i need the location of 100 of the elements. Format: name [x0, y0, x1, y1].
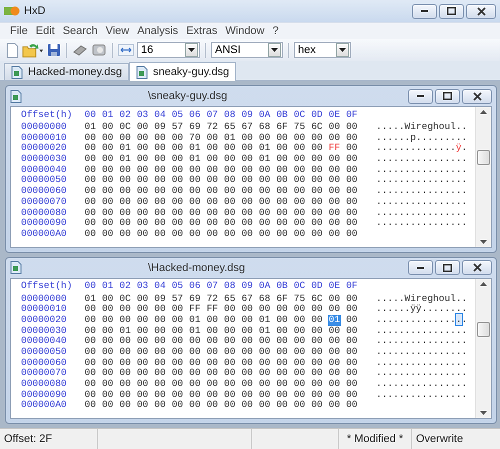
hex-byte: 00	[171, 390, 184, 400]
hex-byte: 00	[276, 154, 288, 165]
hex-byte: 00	[224, 164, 236, 176]
hex-byte: 00	[171, 196, 184, 208]
close-button[interactable]	[462, 260, 492, 275]
menu-item[interactable]: Window	[221, 24, 268, 38]
hex-byte: 00	[258, 228, 271, 240]
minimize-button[interactable]	[412, 4, 437, 18]
hex-byte: 00	[310, 143, 324, 154]
hex-byte: 00	[136, 336, 149, 347]
maximize-icon	[443, 264, 452, 272]
hex-byte: 00	[136, 143, 149, 154]
hex-byte: 00	[136, 400, 149, 412]
column-header: 03	[136, 281, 149, 292]
close-button[interactable]	[466, 4, 496, 18]
hex-byte: 09	[154, 294, 166, 304]
hex-byte: 00	[101, 164, 114, 176]
hex-byte: 00	[154, 379, 166, 390]
column-header: 05	[171, 281, 184, 292]
hex-byte: 00	[171, 132, 184, 144]
columns-icon[interactable]	[118, 44, 134, 56]
hex-byte: 00	[258, 358, 271, 368]
hex-byte: 00	[101, 154, 114, 165]
column-header: 09	[240, 281, 254, 292]
menu-item[interactable]: File	[6, 24, 32, 38]
hex-byte: 00	[240, 164, 254, 176]
hex-byte: 00	[154, 400, 166, 412]
hex-byte: 00	[136, 164, 149, 176]
file-tab[interactable]: sneaky-guy.dsg	[128, 62, 236, 81]
hex-byte: 68	[258, 122, 271, 133]
scroll-up-icon	[480, 110, 487, 114]
hex-byte: 00	[136, 175, 149, 186]
hex-byte: 00	[154, 358, 166, 368]
eraser-icon[interactable]	[72, 43, 88, 57]
maximize-button[interactable]	[435, 260, 460, 275]
hex-byte: 00	[328, 132, 341, 144]
column-header: 00	[84, 110, 96, 120]
hex-byte: 00	[224, 186, 236, 197]
column-header: Offset(h)	[21, 281, 74, 292]
hex-byte: 00	[240, 154, 254, 165]
column-header: 0E	[328, 281, 341, 292]
scrollbar-thumb[interactable]	[477, 322, 490, 337]
ascii-text: ................	[376, 379, 468, 390]
hex-byte: 00	[136, 304, 149, 315]
hex-byte: 00	[84, 314, 96, 326]
menu-item[interactable]: Edit	[32, 24, 59, 38]
menu-item[interactable]: Analysis	[133, 24, 182, 38]
ascii-text: ......ÿÿ........	[376, 304, 468, 315]
hex-byte: 00	[328, 164, 341, 176]
vertical-scrollbar[interactable]	[475, 107, 491, 246]
ascii-text: .....Wireghoul..	[376, 294, 468, 304]
document-title: \sneaky-guy.dsg	[147, 90, 228, 102]
close-button[interactable]	[462, 88, 492, 104]
hex-byte: 00	[240, 400, 254, 412]
mode-status: Overwrite	[415, 432, 464, 447]
hex-byte: 00	[188, 336, 202, 347]
minimize-button[interactable]	[408, 260, 433, 275]
hex-byte: 00	[240, 390, 254, 400]
menu-item[interactable]: View	[102, 24, 134, 38]
hex-byte: 00	[276, 228, 288, 240]
hex-byte: 00	[188, 218, 202, 229]
hex-byte: 00	[154, 304, 166, 315]
maximize-button[interactable]	[435, 88, 460, 104]
file-tab[interactable]: Hacked-money.dsg	[4, 63, 129, 80]
offset-label: 00000040	[21, 336, 68, 347]
hex-byte: 00	[101, 132, 114, 144]
menu-item[interactable]: ?	[268, 24, 283, 38]
column-header: 03	[136, 110, 149, 120]
menu-item[interactable]: Search	[58, 24, 102, 38]
column-header: 02	[118, 110, 132, 120]
menu-item[interactable]: Extras	[182, 24, 222, 38]
hex-byte: 00	[293, 132, 306, 144]
scrollbar-thumb[interactable]	[477, 150, 490, 166]
hex-byte: 00	[206, 358, 218, 368]
hex-byte: 01	[84, 122, 96, 133]
minimize-button[interactable]	[408, 88, 433, 104]
folder-icon[interactable]	[22, 42, 44, 58]
hex-byte: 00	[310, 346, 324, 358]
save-icon[interactable]	[47, 43, 61, 57]
scroll-down-icon	[480, 411, 487, 415]
hex-byte: 00	[206, 164, 218, 176]
maximize-button[interactable]	[439, 4, 464, 18]
new-document-icon[interactable]	[6, 42, 19, 58]
hex-byte: 01	[84, 294, 96, 304]
hex-byte: 00	[171, 336, 184, 347]
hex-byte: 00	[258, 336, 271, 347]
offset-base-dropdown[interactable]: hex	[294, 42, 351, 58]
column-header: 0F	[346, 281, 358, 292]
bytes-per-row-dropdown[interactable]: 16	[137, 42, 200, 58]
ascii-text: ................	[376, 154, 468, 165]
scroll-up-icon	[480, 282, 487, 286]
hex-byte: 00	[118, 379, 132, 390]
hex-byte: 00	[293, 368, 306, 379]
vertical-scrollbar[interactable]	[475, 278, 491, 418]
charset-dropdown[interactable]: ANSI	[211, 42, 283, 58]
offset-label: 00000010	[21, 304, 68, 315]
ascii-text: ................	[376, 218, 468, 229]
hex-byte: 01	[224, 132, 236, 144]
hex-byte: 00	[118, 132, 132, 144]
hex-byte: 00	[258, 208, 271, 218]
